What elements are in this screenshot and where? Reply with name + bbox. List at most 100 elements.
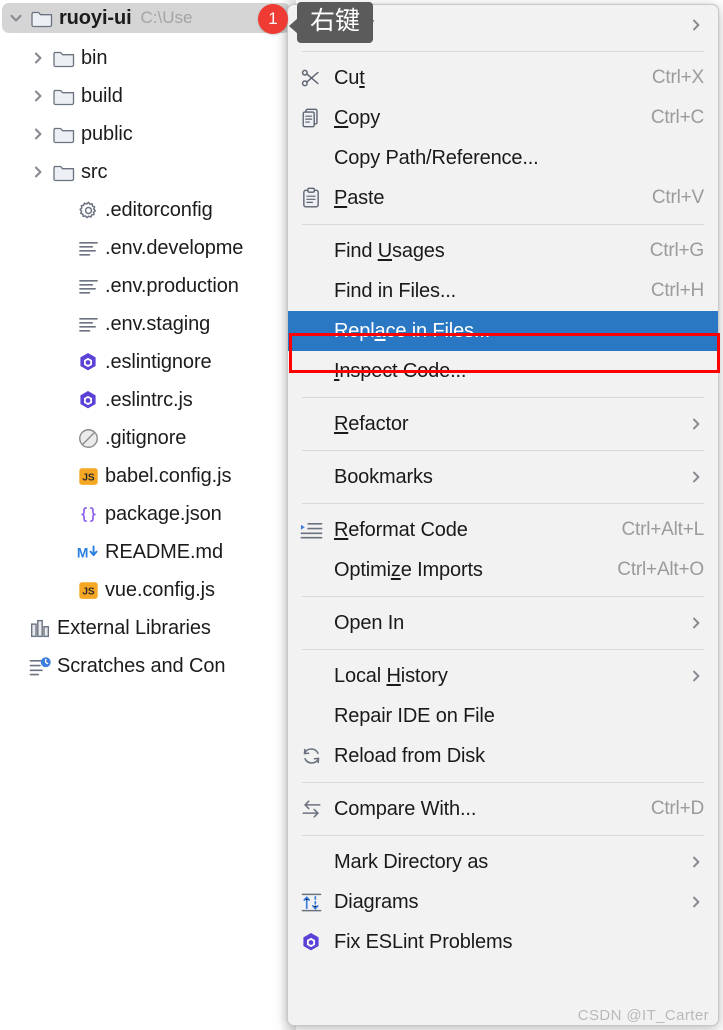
tree-row-label: External Libraries [57,616,211,639]
scratches-icon [29,656,52,677]
eslint-icon [301,932,321,953]
menu-item-bookmarks[interactable]: Bookmarks [288,457,718,497]
tree-row-icon-slot [78,200,98,220]
tree-row[interactable]: .gitignore [0,423,292,453]
tree-row[interactable]: .env.staging [0,309,292,339]
compare-icon [300,798,323,820]
menu-item-cut[interactable]: Cut Ctrl+X [288,58,718,98]
mnemonic-underline: R [334,518,349,541]
menu-item-paste[interactable]: Paste Ctrl+V [288,178,718,218]
menu-item-copy-path-reference[interactable]: Copy Path/Reference... [288,138,718,178]
copy-icon [298,107,324,129]
menu-item-refactor[interactable]: Refactor [288,404,718,444]
tree-row[interactable]: ruoyi-ui C:\Use [2,3,290,33]
mnemonic-underline: a [374,319,386,342]
tree-row[interactable]: External Libraries [0,613,292,643]
twisty-placeholder [54,506,70,522]
menu-item-shortcut: Ctrl+G [649,240,704,261]
chevron-right-icon [686,17,704,33]
menu-item-reload-from-disk[interactable]: Reload from Disk [288,736,718,776]
context-menu[interactable]: NewCutCtrl+XCopyCtrl+CCopy Path/Referenc… [287,4,719,1026]
scissors-icon [300,67,322,89]
menu-item-inspect-code[interactable]: Inspect Code... [288,351,718,391]
menu-item-label: Repair IDE on File [334,704,495,727]
paste-icon [298,187,324,209]
menu-item-open-in[interactable]: Open In [288,603,718,643]
menu-item-fix-eslint-problems[interactable]: Fix ESLint Problems [288,922,718,962]
reformat-icon [300,520,323,540]
twisty-placeholder [54,202,70,218]
twisty-placeholder [54,544,70,560]
chevron-right-icon[interactable] [30,88,46,104]
menu-item-find-usages[interactable]: Find Usages Ctrl+G [288,231,718,271]
svg-text:JS: JS [82,472,95,483]
menu-item-diagrams[interactable]: Diagrams [288,882,718,922]
tree-row[interactable]: JS vue.config.js [0,575,292,605]
menu-item-reformat-code[interactable]: Reformat Code Ctrl+Alt+L [288,510,718,550]
step-badge-1: 1 [258,4,288,34]
tree-row-icon-slot [31,8,53,28]
tree-row-icon-slot: M [77,542,98,562]
tree-row[interactable]: M README.md [0,537,292,567]
menu-item-shortcut: Ctrl+V [651,187,704,208]
menu-item-label: Find in Files... [334,279,457,302]
svg-text:JS: JS [82,586,95,597]
chevron-right-icon [686,469,704,485]
tree-row[interactable]: src [0,157,292,187]
json-icon [78,504,99,525]
chevron-right-icon[interactable] [30,126,46,142]
tree-row[interactable]: build [0,81,292,111]
compare-icon [298,798,324,820]
tree-row[interactable]: Scratches and Con [0,651,292,681]
mnemonic-underline: H [386,664,401,687]
tree-row[interactable]: .eslintignore [0,347,292,377]
menu-item-label: Reformat Code [334,518,468,541]
tree-row-label: .env.staging [105,312,211,335]
chevron-right-icon[interactable] [30,50,46,66]
tree-row-label: .eslintrc.js [105,388,193,411]
twisty-placeholder [6,658,22,674]
diagrams-icon [298,892,324,913]
menu-item-label: Optimize Imports [334,558,483,581]
paste-icon [300,187,322,209]
reload-icon [298,745,324,767]
folder-icon [53,49,75,68]
tree-row-label: README.md [105,540,224,563]
chevron-right-icon [686,615,704,631]
menu-item-shortcut: Ctrl+D [650,798,704,819]
tree-row[interactable]: .editorconfig [0,195,292,225]
menu-item-optimize-imports[interactable]: Optimize Imports Ctrl+Alt+O [288,550,718,590]
menu-item-find-in-files[interactable]: Find in Files... Ctrl+H [288,271,718,311]
tree-row-label: .gitignore [105,426,187,449]
tree-row[interactable]: .env.production [0,271,292,301]
project-tree-panel: ruoyi-ui C:\Use bin build public src .editorco… [0,0,296,1030]
menu-item-label: Local History [334,664,448,687]
menu-item-repair-ide-on-file[interactable]: Repair IDE on File [288,696,718,736]
text-file-icon [78,315,99,334]
tree-row-label: .env.production [105,274,239,297]
menu-item-mark-directory-as[interactable]: Mark Directory as [288,842,718,882]
menu-item-replace-in-files[interactable]: Replace in Files... [288,311,718,351]
tree-row[interactable]: package.json [0,499,292,529]
folder-icon [53,125,75,144]
tooltip-right-click: 右键 [288,2,374,43]
tree-row[interactable]: bin [0,43,292,73]
tree-row-label: Scratches and Con [57,654,226,677]
tree-row[interactable]: JS babel.config.js [0,461,292,491]
folder-icon [31,9,53,28]
eslint-icon [78,352,98,373]
chevron-right-icon[interactable] [30,164,46,180]
tree-row[interactable]: .env.developme [0,233,292,263]
tree-row[interactable]: .eslintrc.js [0,385,292,415]
svg-text:M: M [77,545,89,561]
menu-item-local-history[interactable]: Local History [288,656,718,696]
chevron-down-icon[interactable] [8,10,24,26]
menu-item-copy[interactable]: Copy Ctrl+C [288,98,718,138]
menu-item-shortcut: Ctrl+Alt+O [617,559,704,580]
tree-row-label: bin [81,46,108,69]
tree-row[interactable]: public [0,119,292,149]
menu-item-label: Reload from Disk [334,744,485,767]
menu-separator [302,397,704,398]
menu-separator [302,782,704,783]
menu-item-compare-with[interactable]: Compare With... Ctrl+D [288,789,718,829]
